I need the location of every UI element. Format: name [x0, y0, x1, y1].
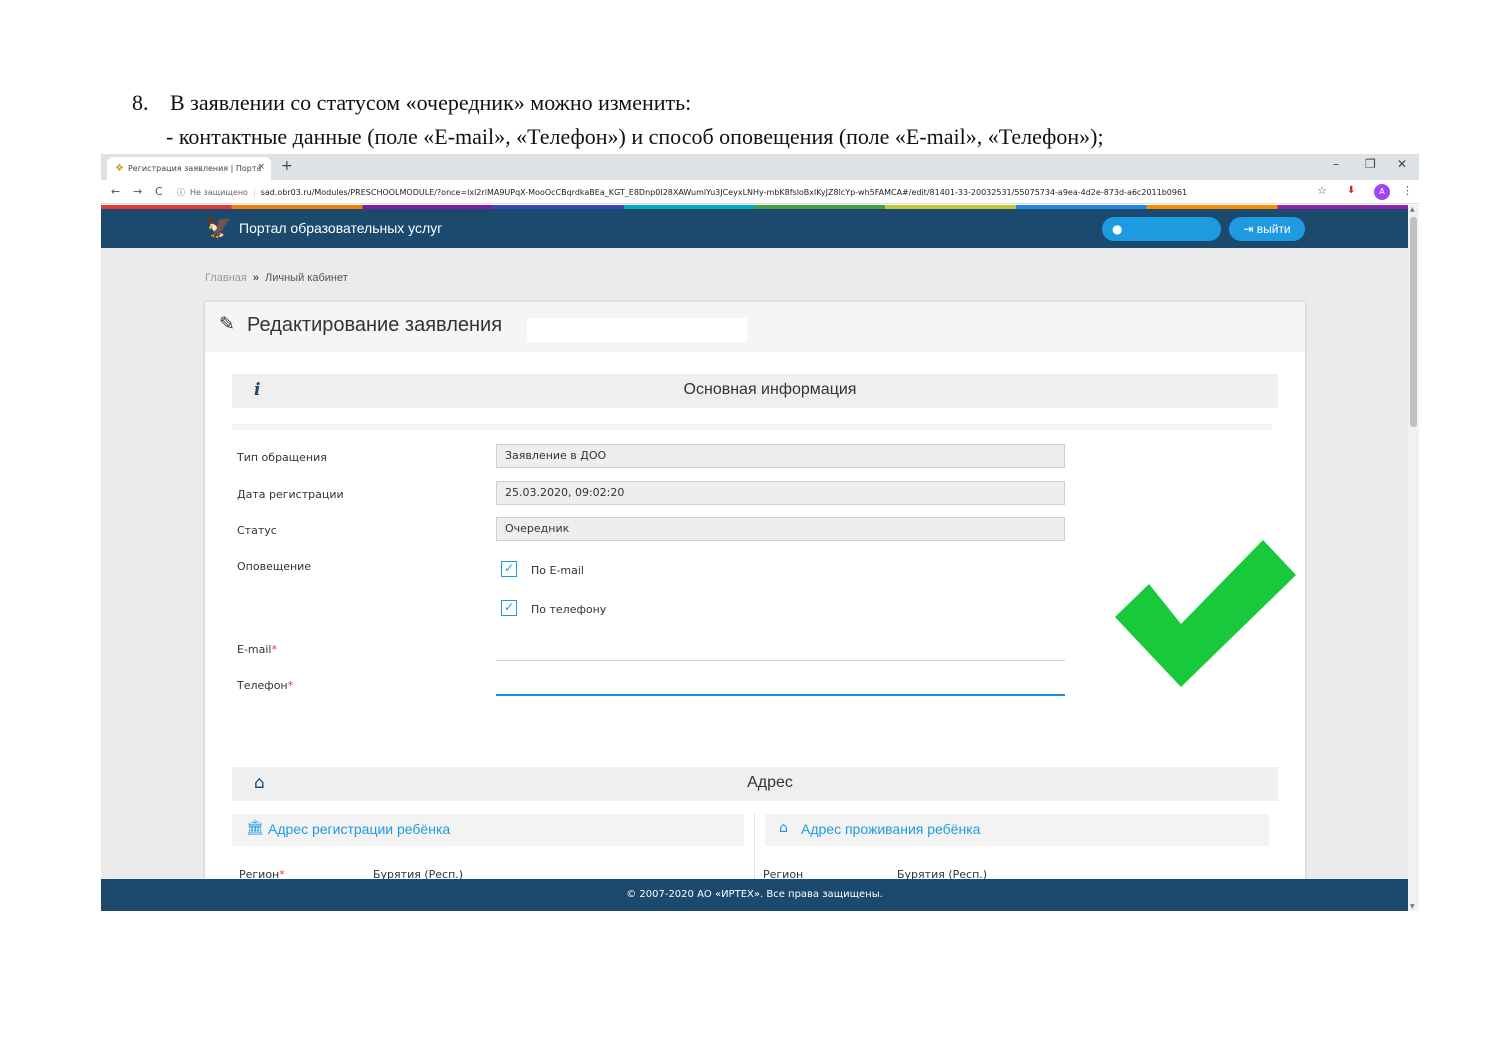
- doc-item-number: 8.: [132, 90, 149, 115]
- required-mark: *: [271, 643, 278, 656]
- url-field[interactable]: ⓘ Не защищено | sad.obr03.ru/Modules/PRE…: [177, 183, 1337, 201]
- close-window-icon[interactable]: ✕: [1397, 157, 1407, 171]
- main-info-section-header: i Основная информация: [232, 374, 1278, 408]
- doc-item-heading: 8. В заявлении со статусом «очередник» мо…: [132, 90, 691, 116]
- address-title: Адрес: [747, 774, 793, 791]
- scroll-up-icon[interactable]: ▲: [1410, 206, 1415, 213]
- logout-icon: ⇥: [1243, 222, 1257, 236]
- status-field: Очередник: [496, 517, 1065, 541]
- notify-email-label[interactable]: По E-mail: [531, 564, 584, 577]
- extension-icon[interactable]: ⬇: [1347, 185, 1355, 196]
- breadcrumb: Главная » Личный кабинет: [205, 272, 348, 284]
- phone-input[interactable]: [496, 676, 1065, 696]
- restore-icon[interactable]: ❐: [1365, 157, 1376, 171]
- scrollbar-thumb[interactable]: [1410, 217, 1417, 427]
- web-page: 🦅 Портал образовательных услуг ● ⇥ выйти…: [101, 209, 1408, 911]
- breadcrumb-home[interactable]: Главная: [205, 272, 247, 284]
- card-header: ✎ Редактирование заявления: [205, 302, 1305, 352]
- browser-menu-icon[interactable]: ⋮: [1402, 184, 1413, 197]
- new-tab-button[interactable]: +: [281, 158, 293, 174]
- required-mark: *: [287, 679, 294, 692]
- edit-application-card: ✎ Редактирование заявления i Основная ин…: [205, 302, 1305, 911]
- address-registration-header: 🏛 Адрес регистрации ребёнка: [232, 814, 744, 846]
- site-footer: © 2007-2020 АО «ИРТЕХ». Все права защище…: [101, 879, 1408, 911]
- logout-button[interactable]: ⇥ выйти: [1229, 217, 1305, 241]
- phone-label-text: Телефон: [237, 679, 288, 692]
- coat-of-arms-icon: 🦅: [205, 215, 233, 240]
- site-header: 🦅 Портал образовательных услуг ● ⇥ выйти: [101, 209, 1408, 248]
- breadcrumb-current[interactable]: Личный кабинет: [265, 272, 348, 284]
- email-label: E-mail*: [237, 643, 277, 656]
- section-divider: [232, 424, 1272, 430]
- logout-label: выйти: [1256, 222, 1291, 236]
- notify-label: Оповещение: [237, 560, 312, 573]
- address-section-header: ⌂ Адрес: [232, 767, 1278, 801]
- browser-tab[interactable]: ❖ Регистрация заявления | Порта ×: [107, 157, 271, 180]
- pencil-icon: ✎: [219, 313, 235, 335]
- doc-item-text: В заявлении со статусом «очередник» можн…: [170, 90, 692, 115]
- address-residence-title: Адрес проживания ребёнка: [801, 821, 981, 837]
- tab-close-icon[interactable]: ×: [257, 162, 265, 172]
- redacted-number: [527, 318, 747, 342]
- scroll-down-icon[interactable]: ▼: [1410, 903, 1415, 910]
- address-residence-header: ⌂ Адрес проживания ребёнка: [765, 814, 1269, 846]
- security-indicator: Не защищено: [190, 187, 248, 197]
- green-check-mark-icon: [1115, 540, 1296, 687]
- page-scrollbar[interactable]: ▲ ▼: [1408, 205, 1419, 911]
- browser-address-bar: ← → C ⓘ Не защищено | sad.obr03.ru/Modul…: [101, 180, 1419, 204]
- reload-icon[interactable]: C: [155, 185, 163, 198]
- notify-phone-checkbox[interactable]: ✓: [501, 600, 517, 616]
- url-text: sad.obr03.ru/Modules/PRESCHOOLMODULE/?on…: [260, 187, 1188, 197]
- url-separator: |: [252, 187, 256, 197]
- type-field: Заявление в ДОО: [496, 444, 1065, 468]
- email-input[interactable]: [496, 641, 1065, 661]
- info-icon[interactable]: ⓘ: [177, 187, 185, 198]
- browser-tab-title: Регистрация заявления | Порта: [127, 164, 262, 173]
- page-title: Редактирование заявления: [247, 314, 503, 336]
- forward-arrow-icon[interactable]: →: [133, 185, 142, 198]
- date-field: 25.03.2020, 09:02:20: [496, 481, 1065, 505]
- phone-label: Телефон*: [237, 679, 293, 692]
- notify-phone-label[interactable]: По телефону: [531, 603, 606, 616]
- user-icon: ●: [1112, 222, 1123, 236]
- browser-tab-bar: ❖ Регистрация заявления | Порта × + – ❐ …: [101, 154, 1419, 180]
- site-favicon-icon: ❖: [115, 163, 124, 174]
- back-arrow-icon[interactable]: ←: [111, 185, 120, 198]
- main-info-title: Основная информация: [683, 381, 857, 398]
- doc-item-description: - контактные данные (поле «E-mail», «Тел…: [166, 124, 1104, 149]
- user-profile-button[interactable]: ●: [1102, 217, 1221, 241]
- notify-email-checkbox[interactable]: ✓: [501, 561, 517, 577]
- site-title[interactable]: Портал образовательных услуг: [239, 220, 442, 236]
- browser-window: ❖ Регистрация заявления | Порта × + – ❐ …: [101, 154, 1419, 911]
- breadcrumb-separator: »: [252, 272, 259, 284]
- minimize-icon[interactable]: –: [1333, 157, 1339, 171]
- profile-avatar[interactable]: A: [1374, 184, 1390, 200]
- status-label: Статус: [237, 524, 277, 537]
- bank-building-icon: 🏛: [246, 820, 264, 836]
- address-registration-title: Адрес регистрации ребёнка: [268, 821, 451, 837]
- bookmark-star-icon[interactable]: ☆: [1317, 184, 1327, 197]
- date-label: Дата регистрации: [237, 488, 344, 501]
- email-label-text: E-mail: [237, 643, 272, 656]
- building-icon: ⌂: [779, 820, 788, 836]
- type-label: Тип обращения: [237, 451, 327, 464]
